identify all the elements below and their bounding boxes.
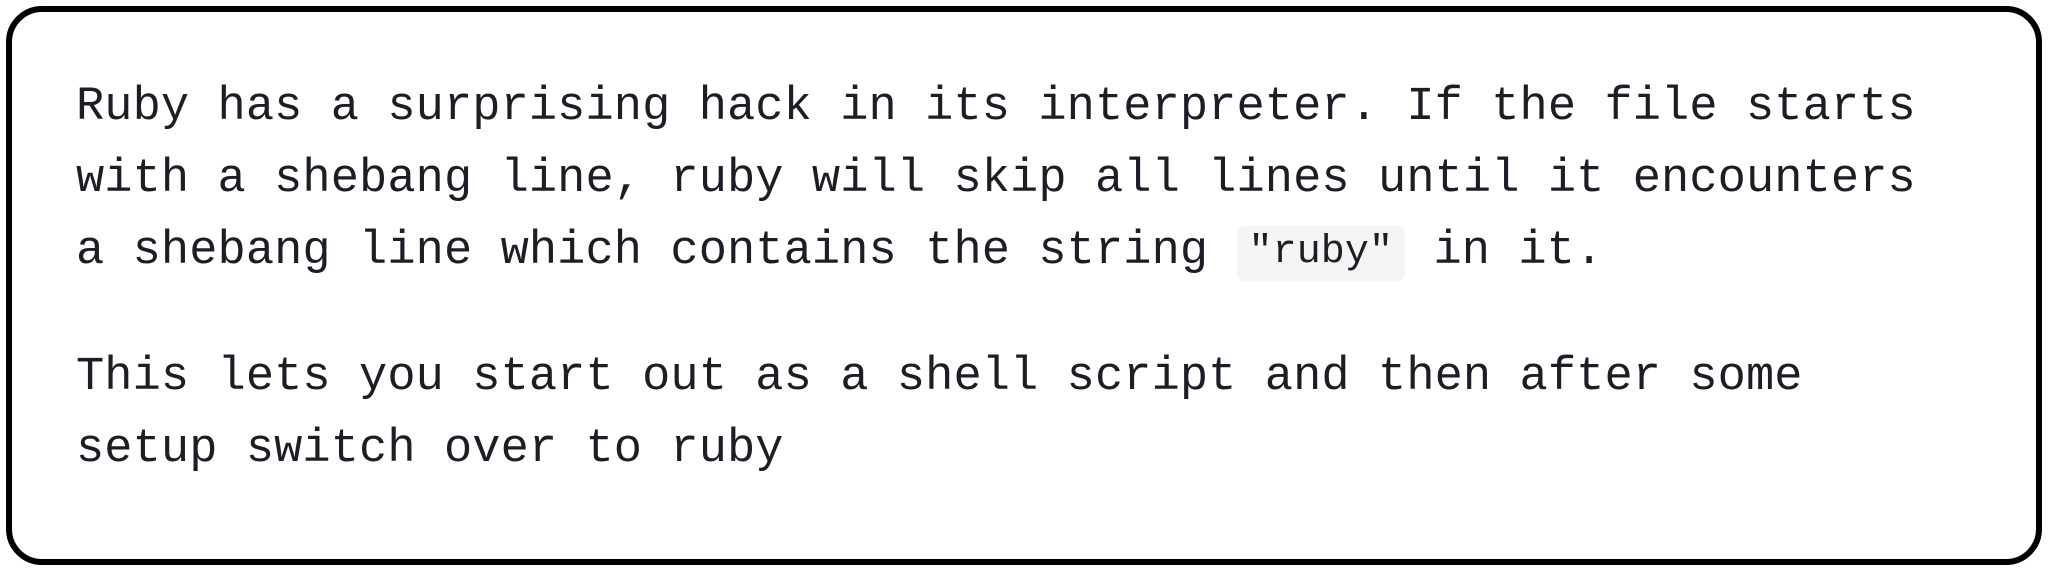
- paragraph-1: Ruby has a surprising hack in its interp…: [76, 72, 1972, 288]
- paragraph-2-text: This lets you start out as a shell scrip…: [76, 351, 1803, 476]
- inline-code-ruby: "ruby": [1237, 226, 1406, 281]
- document-card: Ruby has a surprising hack in its interp…: [6, 6, 2042, 565]
- paragraph-1-text-post: in it.: [1433, 225, 1603, 278]
- paragraph-2: This lets you start out as a shell scrip…: [76, 342, 1972, 486]
- paragraph-1-text-pre: Ruby has a surprising hack in its interp…: [76, 81, 1916, 278]
